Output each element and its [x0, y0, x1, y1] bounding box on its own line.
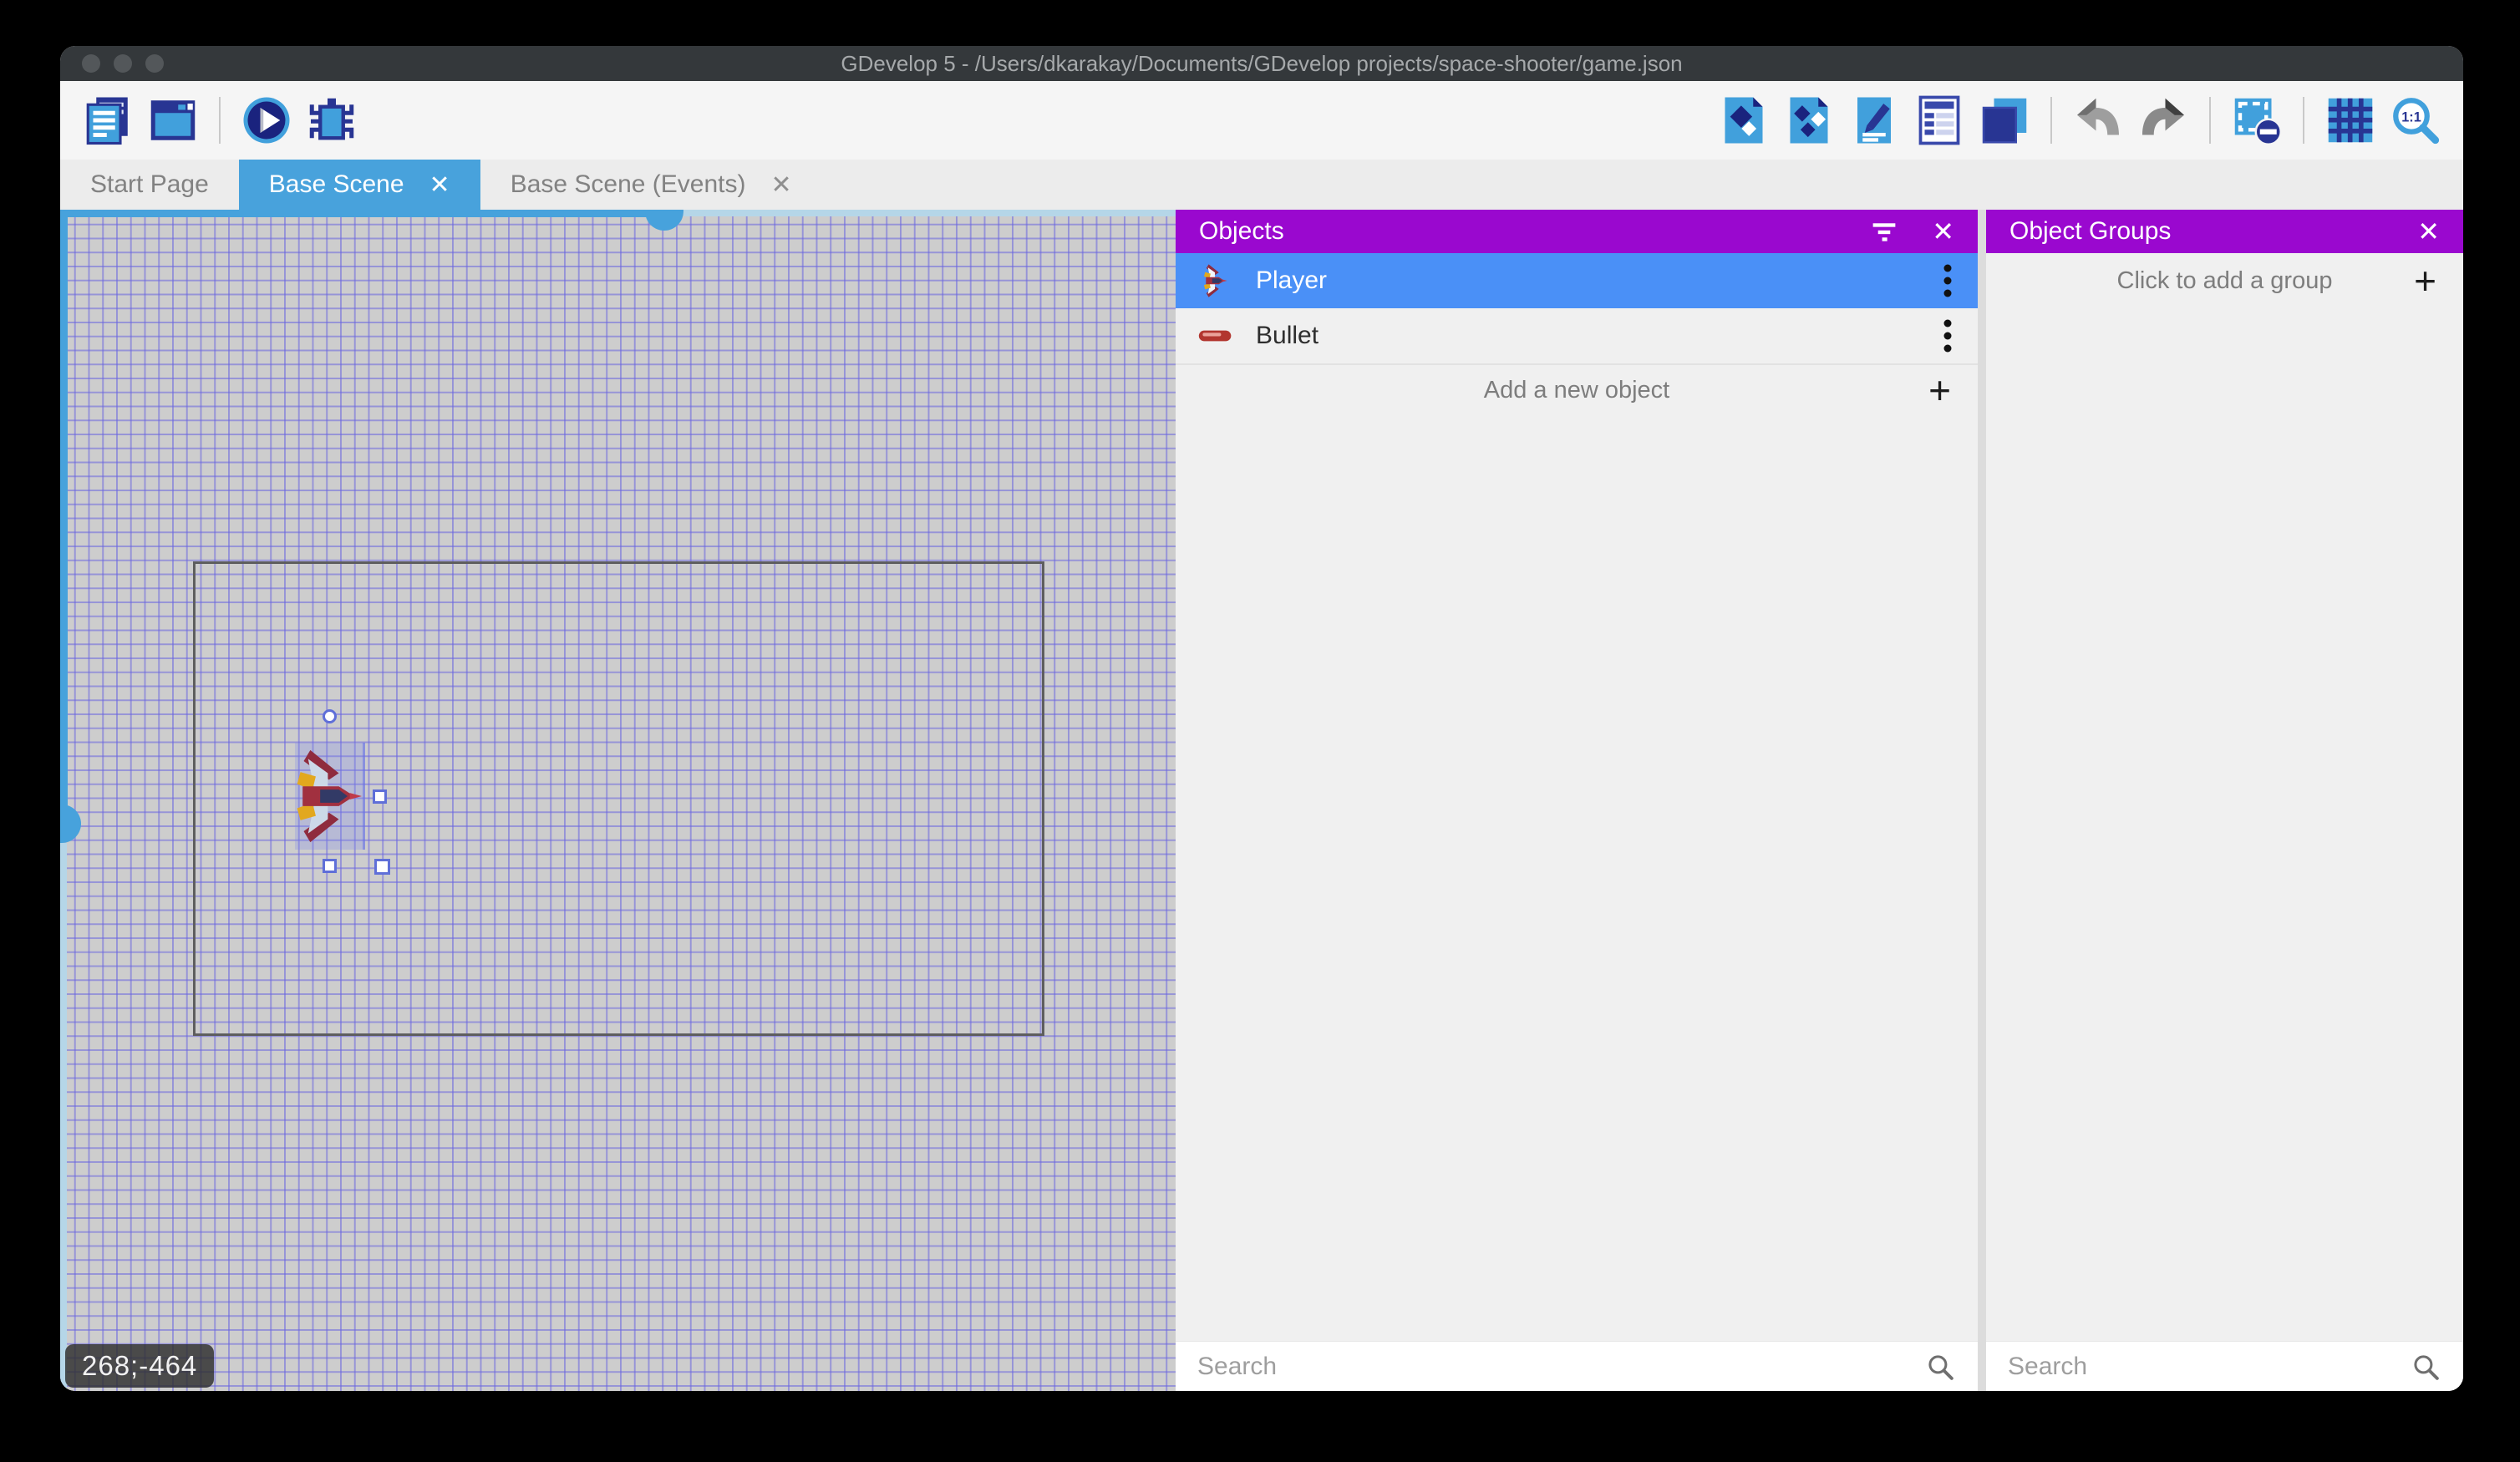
horizontal-scrollbar-track — [60, 210, 665, 217]
close-panel-button[interactable]: ✕ — [2417, 216, 2440, 247]
properties-icon — [1849, 95, 1899, 145]
object-name: Bullet — [1256, 322, 1918, 350]
add-group-row[interactable]: Click to add a group + — [1986, 253, 2463, 308]
zoom-original-button[interactable]: 1:1 — [2390, 94, 2441, 147]
objects-panel: Objects ✕ — [1176, 210, 1978, 1391]
undo-button[interactable] — [2073, 94, 2123, 147]
redo-icon — [2138, 95, 2188, 145]
filter-button[interactable] — [1870, 217, 1898, 246]
player-ship-thumbnail — [1176, 261, 1256, 300]
panel-divider[interactable] — [1978, 210, 1986, 1391]
toolbar-separator — [2209, 97, 2211, 144]
objects-editor-button[interactable] — [1719, 94, 1769, 147]
close-icon: ✕ — [1932, 216, 1954, 247]
project-manager-icon — [83, 95, 133, 145]
plus-icon[interactable]: + — [2414, 261, 2436, 300]
objects-panel-header: Objects ✕ — [1176, 210, 1978, 253]
debug-button[interactable] — [307, 94, 357, 147]
vertical-scrollbar-track — [60, 210, 68, 806]
add-group-label: Click to add a group — [1986, 267, 2463, 295]
svg-text:1:1: 1:1 — [2401, 109, 2421, 124]
plus-icon[interactable]: + — [1928, 371, 1951, 409]
redo-button[interactable] — [2138, 94, 2188, 147]
preview-button[interactable] — [241, 94, 292, 147]
undo-icon — [2073, 95, 2123, 145]
toolbar-separator — [2050, 97, 2052, 144]
scene-editor-icon — [148, 95, 198, 145]
mask-delete-icon — [2232, 95, 2282, 145]
horizontal-scrollbar-thumb[interactable] — [645, 210, 683, 231]
tab-label: Start Page — [90, 170, 209, 199]
groups-panel-title: Object Groups — [2009, 217, 2171, 246]
toolbar-separator — [219, 97, 221, 144]
vertical-dots-icon — [1943, 317, 1953, 354]
layers-icon — [1979, 95, 2030, 145]
object-row-player[interactable]: Player — [1176, 253, 1978, 308]
properties-button[interactable] — [1849, 94, 1899, 147]
object-name: Player — [1256, 267, 1918, 295]
add-object-label: Add a new object — [1176, 377, 1978, 404]
tab-bar: Start Page Base Scene ✕ Base Scene (Even… — [60, 160, 2463, 210]
toolbar-separator — [2303, 97, 2304, 144]
player-ship-instance[interactable] — [295, 743, 365, 850]
zoom-1-1-icon: 1:1 — [2390, 95, 2441, 145]
resize-handle-bottom[interactable] — [323, 859, 337, 873]
add-object-row[interactable]: Add a new object + — [1176, 363, 1978, 415]
layers-button[interactable] — [1979, 94, 2030, 147]
object-groups-panel: Object Groups ✕ Click to add a group + — [1986, 210, 2463, 1391]
close-panel-button[interactable]: ✕ — [1932, 216, 1954, 247]
filter-icon — [1870, 217, 1898, 246]
scene-editor-button[interactable] — [148, 94, 198, 147]
groups-search-input[interactable] — [2008, 1353, 2410, 1381]
toolbar: 1:1 — [60, 81, 2463, 160]
object-groups-icon — [1784, 95, 1834, 145]
window-title: GDevelop 5 - /Users/dkarakay/Documents/G… — [60, 51, 2463, 77]
object-groups-button[interactable] — [1784, 94, 1834, 147]
vertical-scrollbar-track — [60, 843, 67, 1391]
tab-base-scene-events[interactable]: Base Scene (Events) ✕ — [480, 160, 822, 210]
tab-close-icon[interactable]: ✕ — [429, 170, 450, 200]
object-menu-button[interactable] — [1918, 262, 1978, 299]
toggle-grid-button[interactable] — [2325, 94, 2375, 147]
instances-list-button[interactable] — [1914, 94, 1964, 147]
titlebar: GDevelop 5 - /Users/dkarakay/Documents/G… — [60, 46, 2463, 81]
groups-panel-header: Object Groups ✕ — [1986, 210, 2463, 253]
tab-label: Base Scene (Events) — [511, 170, 746, 199]
object-row-bullet[interactable]: Bullet — [1176, 308, 1978, 363]
search-icon — [1924, 1351, 1956, 1383]
instances-list-icon — [1914, 95, 1964, 145]
gdevelop-window: GDevelop 5 - /Users/dkarakay/Documents/G… — [60, 46, 2463, 1391]
tab-close-icon[interactable]: ✕ — [771, 170, 792, 200]
preview-play-icon — [241, 95, 292, 145]
cursor-coordinates: 268;-464 — [65, 1344, 214, 1388]
objects-panel-empty-area — [1176, 415, 1978, 1341]
objects-search-bar — [1176, 1341, 1978, 1391]
toggle-mask-button[interactable] — [2232, 94, 2282, 147]
horizontal-scrollbar-track — [683, 210, 1176, 216]
scene-canvas[interactable]: 268;-464 — [60, 210, 1176, 1391]
project-manager-button[interactable] — [83, 94, 133, 147]
close-icon: ✕ — [2417, 216, 2440, 247]
object-menu-button[interactable] — [1918, 317, 1978, 354]
resize-handle-right[interactable] — [373, 789, 387, 804]
debug-icon — [307, 95, 357, 145]
tab-base-scene[interactable]: Base Scene ✕ — [239, 160, 480, 210]
objects-search-input[interactable] — [1197, 1353, 1924, 1381]
vertical-scrollbar-thumb[interactable] — [60, 805, 81, 843]
resize-handle-corner[interactable] — [374, 859, 390, 875]
vertical-dots-icon — [1943, 262, 1953, 299]
groups-search-bar — [1986, 1341, 2463, 1391]
objects-editor-icon — [1719, 95, 1769, 145]
grid-icon — [2325, 95, 2375, 145]
rotate-handle[interactable] — [323, 709, 337, 723]
objects-panel-title: Objects — [1199, 217, 1284, 246]
groups-panel-empty-area — [1986, 308, 2463, 1341]
tab-start-page[interactable]: Start Page — [60, 160, 239, 210]
tab-label: Base Scene — [269, 170, 404, 199]
bullet-thumbnail — [1176, 327, 1256, 344]
search-icon — [2410, 1351, 2441, 1383]
